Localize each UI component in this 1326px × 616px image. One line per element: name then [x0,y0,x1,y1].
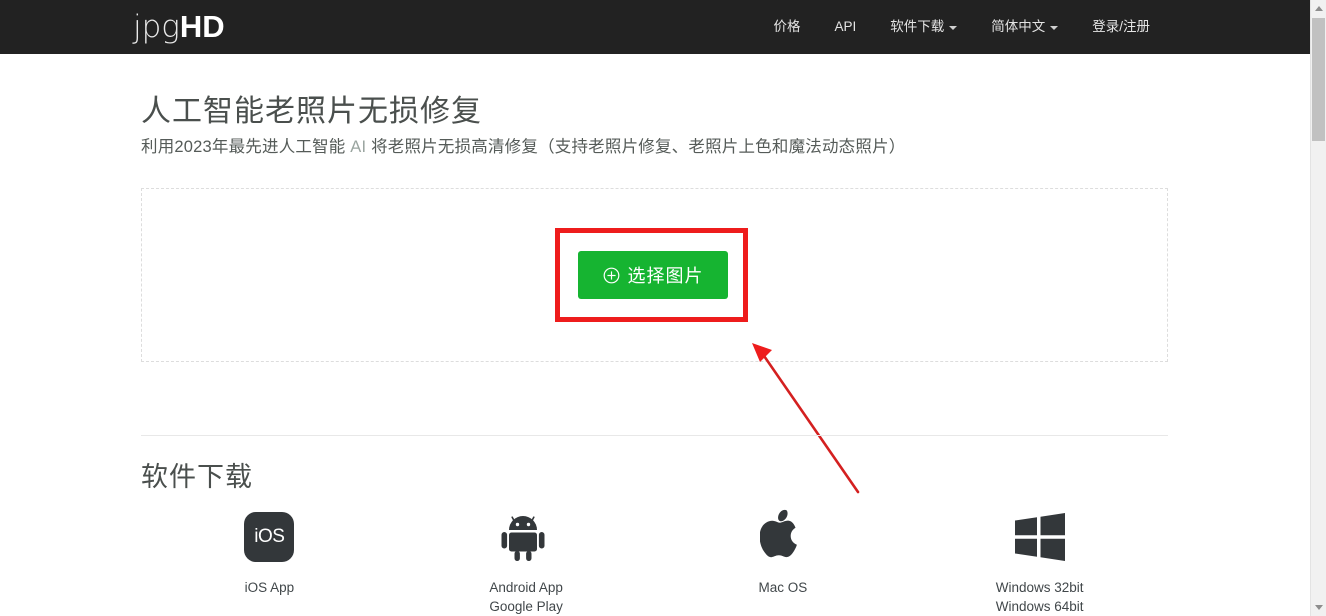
download-item-android[interactable]: Android App Google Play [398,508,655,616]
vertical-scrollbar[interactable] [1310,0,1326,616]
download-label-line-1: Mac OS [758,580,808,595]
nav-item-label: API [834,19,857,34]
site-logo[interactable]: jpgHD [133,8,225,46]
downloads-list: iOS iOS App Android App Google Play Mac … [141,508,1168,616]
download-label-line-2: Windows 64bit [995,599,1084,614]
apple-icon [759,508,806,566]
logo-text-bold: HD [179,9,225,44]
nav-item-label: 简体中文 [991,19,1046,34]
ios-badge-text: iOS [244,512,295,562]
page-title: 人工智能老照片无损修复 [141,95,482,128]
subtitle-part-1: 利用2023年最先进人工智能 [141,138,351,156]
subtitle-ai-token: AI [350,138,367,156]
download-item-windows[interactable]: Windows 32bit Windows 64bit [911,508,1168,616]
page-root: jpgHD 价格 API 软件下载 简体中文 登录/注册 人工智能老照片无损修复… [0,0,1326,616]
download-label-line-1: iOS App [244,580,295,595]
page-subtitle: 利用2023年最先进人工智能 AI 将老照片无损高清修复（支持老照片修复、老照片… [141,133,905,157]
download-item-label: Windows 32bit Windows 64bit [996,578,1084,616]
download-label-line-2: Google Play [489,599,563,614]
download-item-ios[interactable]: iOS iOS App [141,508,398,597]
select-image-button-label: 选择图片 [627,266,704,286]
nav-item-login-register[interactable]: 登录/注册 [1075,0,1167,54]
scroll-up-arrow[interactable] [1311,0,1326,17]
downloads-section-title: 软件下载 [141,462,253,492]
scroll-down-arrow[interactable] [1311,599,1326,616]
browser-viewport: jpgHD 价格 API 软件下载 简体中文 登录/注册 人工智能老照片无损修复… [0,0,1310,616]
download-item-macos[interactable]: Mac OS [655,508,912,597]
nav-item-language[interactable]: 简体中文 [974,0,1075,54]
download-item-label: Mac OS [758,578,807,597]
nav-item-api[interactable]: API [817,0,873,54]
nav-item-label: 价格 [773,19,801,34]
chevron-down-icon [949,26,958,30]
windows-icon [1013,508,1067,566]
download-label-line-1: Windows 32bit [995,580,1084,595]
nav-item-software-download[interactable]: 软件下载 [873,0,974,54]
nav-item-label: 登录/注册 [1092,19,1150,34]
nav-item-label: 软件下载 [890,19,945,34]
main-nav: 价格 API 软件下载 简体中文 登录/注册 [756,0,1167,54]
section-divider [141,435,1168,436]
scrollbar-thumb[interactable] [1312,18,1325,141]
subtitle-part-2: 将老照片无损高清修复（支持老照片修复、老照片上色和魔法动态照片） [366,138,906,156]
chevron-down-icon [1050,26,1059,30]
download-item-label: Android App Google Play [489,578,563,616]
triangle-down-icon [1314,605,1323,610]
triangle-up-icon [1314,6,1323,11]
android-icon [500,508,552,566]
select-image-button[interactable]: 选择图片 [578,251,728,299]
nav-item-pricing[interactable]: 价格 [756,0,817,54]
logo-text-light: jpg [133,9,180,45]
plus-circle-icon [603,267,620,284]
download-label-line-1: Android App [489,580,563,595]
download-item-label: iOS App [245,578,295,597]
site-header: jpgHD 价格 API 软件下载 简体中文 登录/注册 [0,0,1310,54]
ios-icon: iOS [244,508,295,566]
